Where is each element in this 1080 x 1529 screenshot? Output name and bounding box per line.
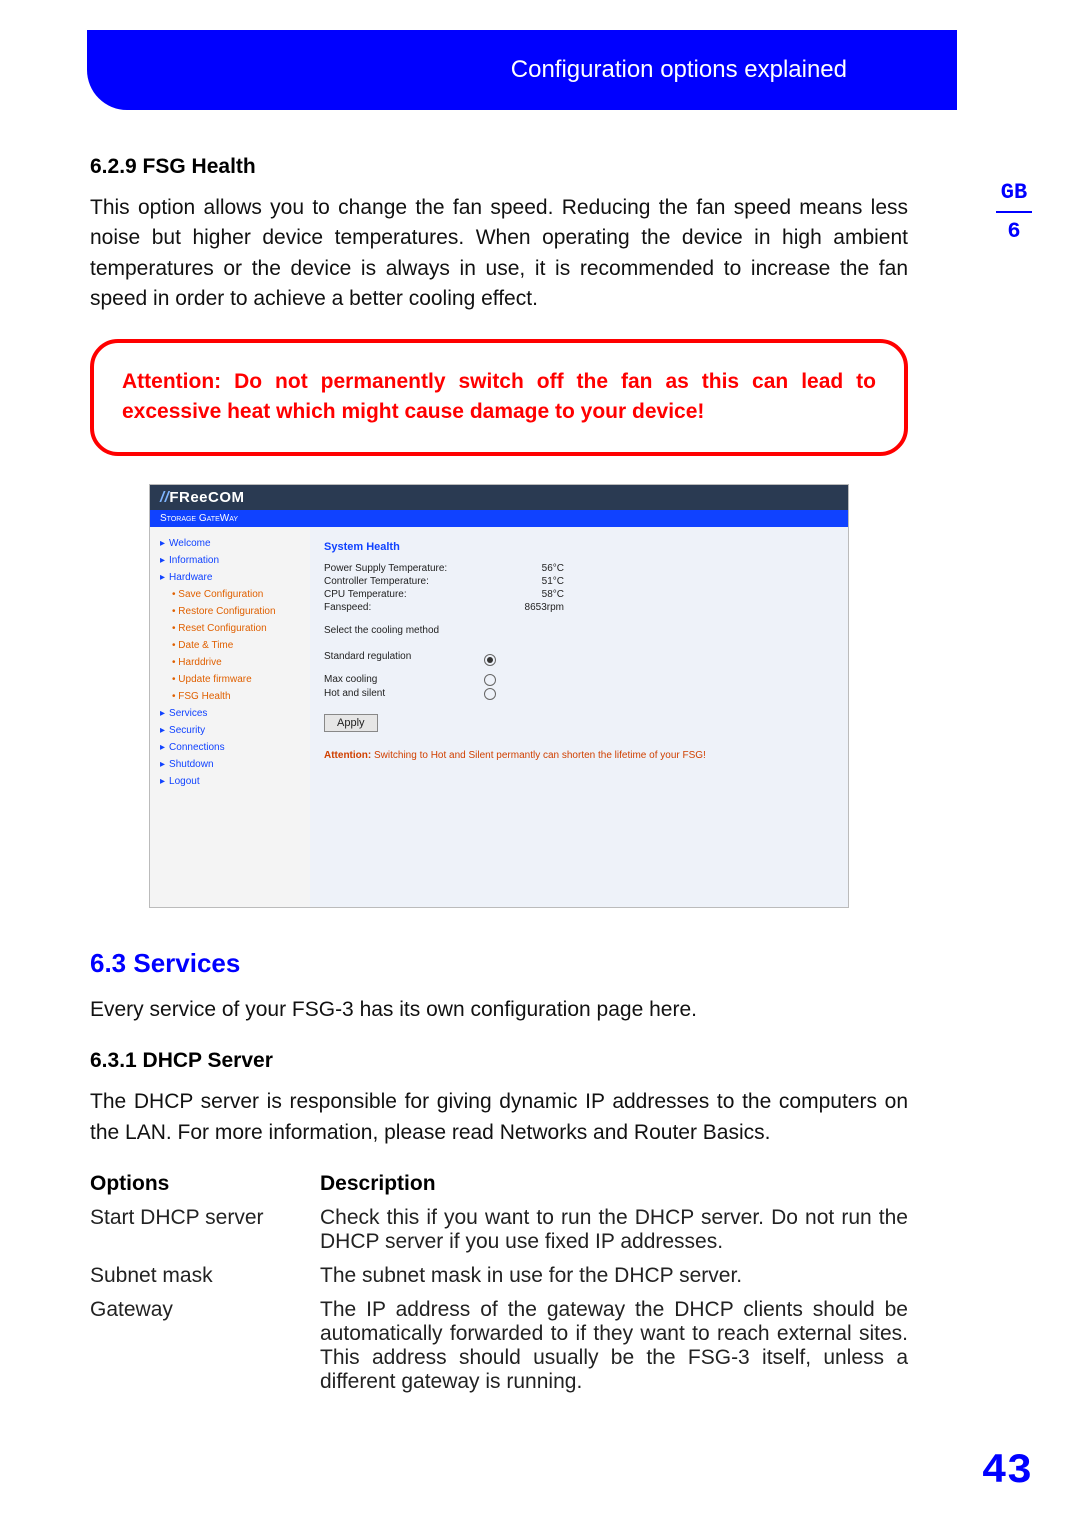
- page-thumb: GB 6: [996, 180, 1032, 244]
- nav-item: ▸Hardware: [160, 569, 304, 586]
- radio-icon[interactable]: [484, 688, 496, 700]
- brand-name: FReeCOM: [169, 489, 244, 506]
- health-row: CPU Temperature:58°C: [324, 589, 834, 600]
- nav-subitem: • Update firmware: [160, 671, 304, 688]
- nav-subitem: • Restore Configuration: [160, 603, 304, 620]
- health-row: Fanspeed:8653rpm: [324, 602, 834, 613]
- warning-box: Attention: Do not permanently switch off…: [90, 339, 908, 456]
- th-options: Options: [90, 1172, 320, 1196]
- page-header: Configuration options explained: [87, 30, 957, 110]
- opt-name: Subnet mask: [90, 1264, 320, 1288]
- page-content: 6.2.9 FSG Health This option allows you …: [90, 155, 908, 1404]
- thumb-lang: GB: [996, 180, 1032, 205]
- nav-item: ▸Security: [160, 722, 304, 739]
- table-header: Options Description: [90, 1172, 908, 1196]
- cooling-radio: Standard regulation: [324, 642, 834, 672]
- cooling-select-label: Select the cooling method: [324, 625, 834, 636]
- thumb-divider: [996, 211, 1032, 213]
- panel-title: System Health: [324, 541, 834, 553]
- radio-icon[interactable]: [484, 674, 496, 686]
- nav-item: ▸Information: [160, 552, 304, 569]
- shot-nav: ▸Welcome ▸Information ▸Hardware • Save C…: [150, 527, 310, 907]
- opt-name: Gateway: [90, 1298, 320, 1322]
- shot-subtitle: Storage GateWay: [150, 510, 848, 527]
- cooling-radio: Max cooling: [324, 674, 834, 686]
- section-text-services: Every service of your FSG-3 has its own …: [90, 995, 908, 1025]
- th-description: Description: [320, 1172, 908, 1196]
- cooling-radio: Hot and silent: [324, 688, 834, 700]
- page-header-title: Configuration options explained: [511, 56, 847, 84]
- section-heading-dhcp: 6.3.1 DHCP Server: [90, 1049, 908, 1073]
- opt-desc: Check this if you want to run the DHCP s…: [320, 1206, 908, 1254]
- nav-item: ▸Shutdown: [160, 756, 304, 773]
- shot-main: System Health Power Supply Temperature:5…: [310, 527, 848, 907]
- health-row: Power Supply Temperature:56°C: [324, 563, 834, 574]
- table-row: Subnet mask The subnet mask in use for t…: [90, 1264, 908, 1288]
- nav-subitem: • Harddrive: [160, 654, 304, 671]
- shot-brandbar: //FReeCOM: [150, 485, 848, 510]
- options-table: Options Description Start DHCP server Ch…: [90, 1172, 908, 1394]
- section-heading-services: 6.3 Services: [90, 948, 908, 979]
- nav-subitem: • Save Configuration: [160, 586, 304, 603]
- nav-subitem: • Date & Time: [160, 637, 304, 654]
- table-row: Gateway The IP address of the gateway th…: [90, 1298, 908, 1394]
- nav-subitem: • FSG Health: [160, 688, 304, 705]
- section-heading-fsg-health: 6.2.9 FSG Health: [90, 155, 908, 179]
- opt-desc: The subnet mask in use for the DHCP serv…: [320, 1264, 908, 1288]
- opt-desc: The IP address of the gateway the DHCP c…: [320, 1298, 908, 1394]
- thumb-chapter: 6: [996, 219, 1032, 244]
- section-text-dhcp: The DHCP server is responsible for givin…: [90, 1087, 908, 1148]
- brand-slashes: //: [160, 489, 169, 506]
- nav-item: ▸Services: [160, 705, 304, 722]
- section-text-fsg-health: This option allows you to change the fan…: [90, 193, 908, 315]
- table-row: Start DHCP server Check this if you want…: [90, 1206, 908, 1254]
- nav-item: ▸Welcome: [160, 535, 304, 552]
- apply-button[interactable]: Apply: [324, 714, 378, 732]
- nav-subitem: • Reset Configuration: [160, 620, 304, 637]
- health-row: Controller Temperature:51°C: [324, 576, 834, 587]
- nav-item: ▸Logout: [160, 773, 304, 790]
- shot-body: ▸Welcome ▸Information ▸Hardware • Save C…: [150, 527, 848, 907]
- radio-icon[interactable]: [484, 654, 496, 666]
- page-number: 43: [982, 1447, 1032, 1495]
- shot-warning: Attention: Switching to Hot and Silent p…: [324, 750, 834, 761]
- opt-name: Start DHCP server: [90, 1206, 320, 1230]
- nav-item: ▸Connections: [160, 739, 304, 756]
- warning-text: Attention: Do not permanently switch off…: [122, 367, 876, 428]
- embedded-screenshot: //FReeCOM Storage GateWay ▸Welcome ▸Info…: [149, 484, 849, 908]
